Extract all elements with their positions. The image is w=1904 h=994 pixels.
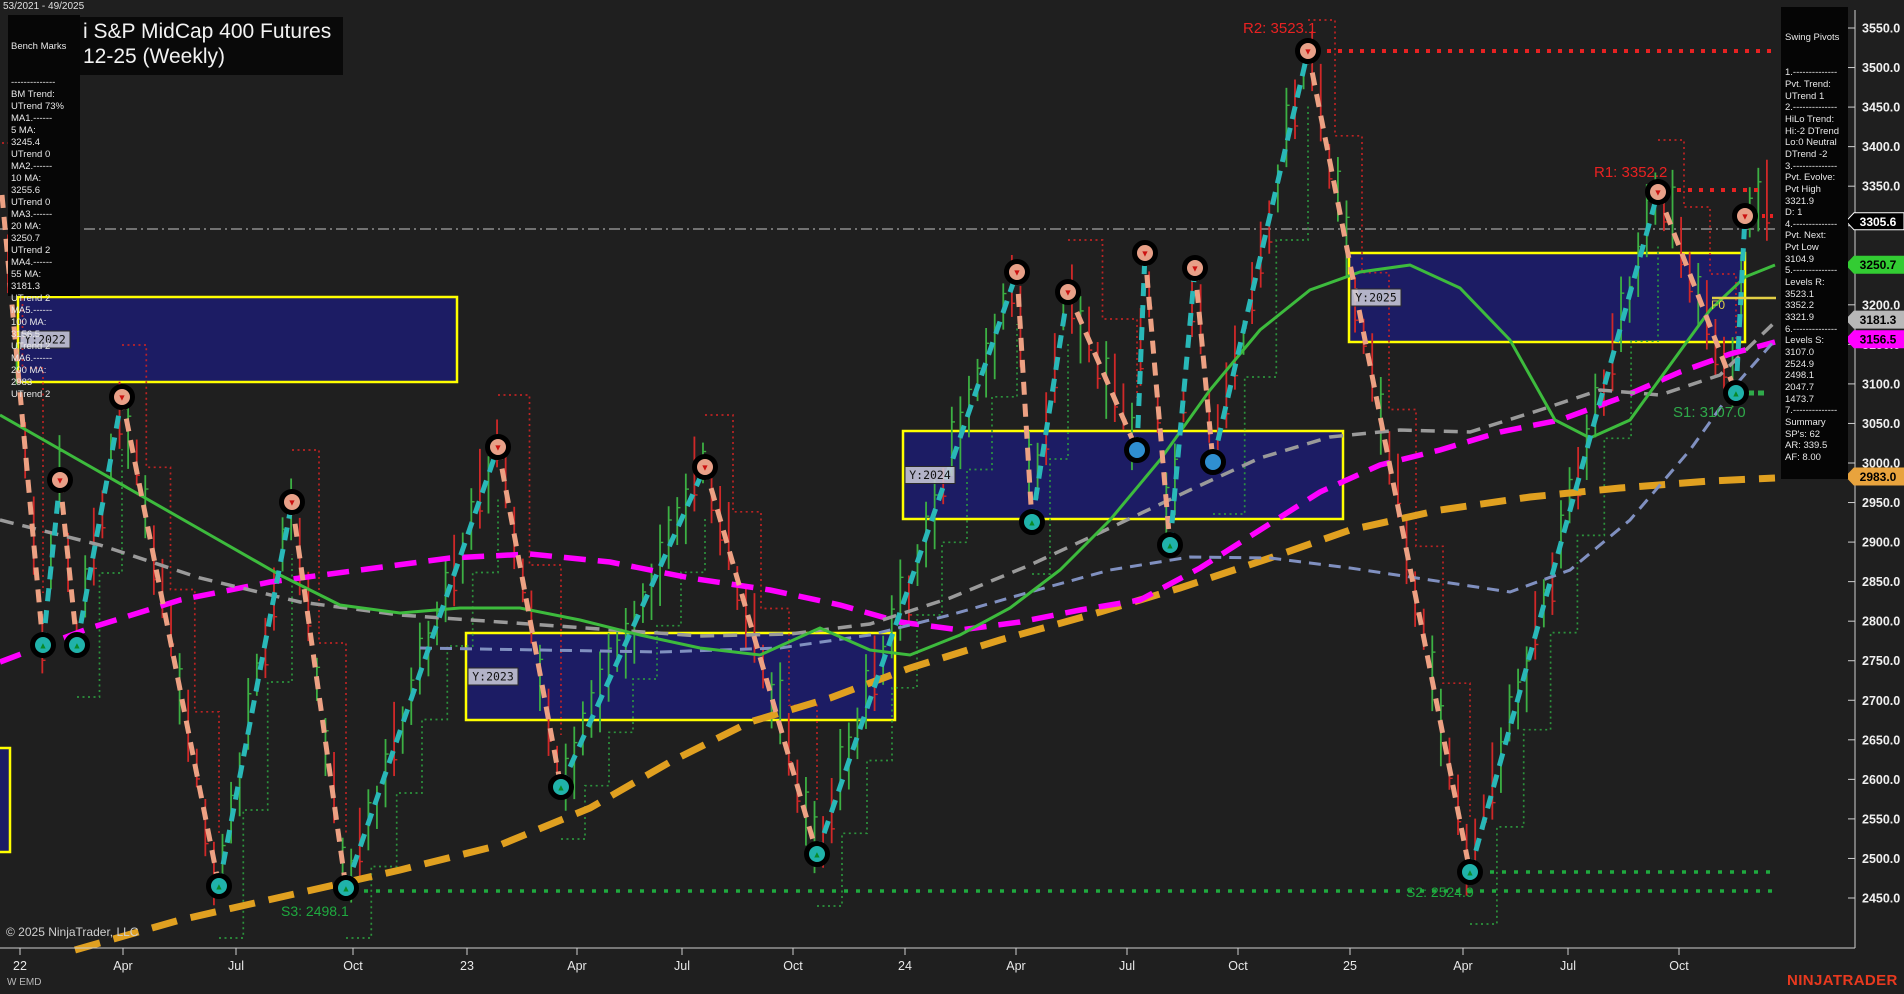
price-axis-label: 2500.0 <box>1862 852 1900 866</box>
price-axis-label: 3050.0 <box>1862 417 1900 431</box>
interval-series-label: W EMD <box>7 977 41 988</box>
price-chart[interactable]: R2: 3523.1 R1: 3352.2 S1: 3107.0 S2: 2524.9… <box>0 0 1904 994</box>
time-axis-label: Oct <box>1669 959 1689 973</box>
copyright-text: © 2025 NinjaTrader, LLC <box>6 925 138 939</box>
svg-text:▼: ▼ <box>1191 264 1200 274</box>
instrument-title: i S&P MidCap 400 Futures 12-25 (Weekly) <box>73 17 343 75</box>
swing-pivots-lines: 1.--------------Pvt. Trend:UTrend 12.---… <box>1785 67 1845 463</box>
price-axis-label: 2700.0 <box>1862 694 1900 708</box>
year-range-box[interactable] <box>0 748 10 852</box>
f0-label: F0 <box>1711 298 1725 312</box>
svg-text:3156.5: 3156.5 <box>1860 333 1897 347</box>
price-axis-label: 2450.0 <box>1862 891 1900 905</box>
price-axis-label: 2650.0 <box>1862 733 1900 747</box>
svg-text:▼: ▼ <box>288 498 297 508</box>
svg-text:▲: ▲ <box>813 850 822 860</box>
time-axis-label: Oct <box>783 959 803 973</box>
time-axis-label: Jul <box>228 959 244 973</box>
year-range-box[interactable] <box>18 297 457 382</box>
instrument-title-line2: 12-25 (Weekly) <box>83 44 331 69</box>
price-axis-label: 2900.0 <box>1862 536 1900 550</box>
svg-text:2983.0: 2983.0 <box>1860 470 1897 484</box>
bench-marks-lines: --------------BM Trend:UTrend 73%MA1.---… <box>11 77 77 401</box>
svg-text:Y:2024: Y:2024 <box>909 468 951 482</box>
svg-text:3181.3: 3181.3 <box>1860 313 1897 327</box>
svg-text:▲: ▲ <box>342 884 351 894</box>
svg-text:▼: ▼ <box>1304 47 1313 57</box>
price-axis-label: 3550.0 <box>1862 22 1900 36</box>
ninjatrader-logo: NINJATRADER <box>1787 972 1898 989</box>
price-axis-label: 3500.0 <box>1862 61 1900 75</box>
svg-text:▲: ▲ <box>39 641 48 651</box>
svg-text:▲: ▲ <box>1466 868 1475 878</box>
time-axis-label: 24 <box>898 959 912 973</box>
price-axis-label: 2600.0 <box>1862 773 1900 787</box>
price-axis-label: 3400.0 <box>1862 140 1900 154</box>
time-axis-label: 23 <box>460 959 474 973</box>
svg-text:3250.7: 3250.7 <box>1860 258 1897 272</box>
instrument-title-line1: i S&P MidCap 400 Futures <box>83 19 331 44</box>
svg-text:▼: ▼ <box>1013 268 1022 278</box>
price-axis-label: 2750.0 <box>1862 654 1900 668</box>
level-label-S3: S3: 2498.1 <box>281 903 349 919</box>
svg-text:▼: ▼ <box>118 393 127 403</box>
svg-text:Y:2023: Y:2023 <box>472 670 514 684</box>
svg-text:▲: ▲ <box>215 882 224 892</box>
bench-marks-title: Bench Marks <box>11 41 77 53</box>
time-axis-label: Jul <box>1560 959 1576 973</box>
pivot-marker[interactable] <box>1127 440 1148 461</box>
time-axis-label: Oct <box>1228 959 1248 973</box>
price-axis-label: 2950.0 <box>1862 496 1900 510</box>
svg-text:▲: ▲ <box>1028 518 1037 528</box>
svg-text:▼: ▼ <box>56 476 65 486</box>
time-axis-label: Apr <box>567 959 586 973</box>
price-axis-label: 3350.0 <box>1862 180 1900 194</box>
year-range-box[interactable] <box>466 633 895 720</box>
time-axis-label: Jul <box>1119 959 1135 973</box>
swing-pivots-title: Swing Pivots <box>1785 32 1845 44</box>
svg-text:3305.6: 3305.6 <box>1860 215 1897 229</box>
level-label-R1: R1: 3352.2 <box>1594 164 1667 181</box>
svg-text:▼: ▼ <box>1654 188 1663 198</box>
svg-text:▲: ▲ <box>73 641 82 651</box>
time-axis-label: 25 <box>1343 959 1357 973</box>
chart-canvas[interactable]: R2: 3523.1 R1: 3352.2 S1: 3107.0 S2: 2524.9… <box>0 0 1904 994</box>
level-label-S2: S2: 2524.9 <box>1406 884 1474 900</box>
time-axis-label: Apr <box>1453 959 1472 973</box>
swing-pivots-indicator-panel: Swing Pivots 1.--------------Pvt. Trend:… <box>1781 7 1848 479</box>
svg-text:▲: ▲ <box>557 783 566 793</box>
time-axis-label: Apr <box>113 959 132 973</box>
pivot-marker[interactable] <box>1203 452 1224 473</box>
svg-text:▲: ▲ <box>1732 389 1741 399</box>
price-axis-label: 2800.0 <box>1862 615 1900 629</box>
time-axis-label: Apr <box>1006 959 1025 973</box>
time-axis-label: Jul <box>674 959 690 973</box>
price-axis-label: 2850.0 <box>1862 575 1900 589</box>
level-label-S1: S1: 3107.0 <box>1673 404 1746 421</box>
time-axis-label: 22 <box>13 959 27 973</box>
time-axis-label: Oct <box>343 959 363 973</box>
level-label-R2: R2: 3523.1 <box>1243 20 1316 37</box>
bench-marks-indicator-panel: Bench Marks --------------BM Trend:UTren… <box>8 15 80 417</box>
price-axis-label: 2550.0 <box>1862 812 1900 826</box>
svg-text:▼: ▼ <box>1141 249 1150 259</box>
svg-text:▼: ▼ <box>701 463 710 473</box>
svg-text:▼: ▼ <box>494 443 503 453</box>
svg-text:▼: ▼ <box>1064 288 1073 298</box>
svg-text:Y:2025: Y:2025 <box>1355 291 1397 305</box>
svg-text:▲: ▲ <box>1166 541 1175 551</box>
price-axis-label: 3200.0 <box>1862 298 1900 312</box>
svg-text:▼: ▼ <box>1741 212 1750 222</box>
price-axis-label: 3100.0 <box>1862 377 1900 391</box>
date-range-label: 53/2021 - 49/2025 <box>3 1 84 12</box>
price-axis-label: 3450.0 <box>1862 101 1900 115</box>
